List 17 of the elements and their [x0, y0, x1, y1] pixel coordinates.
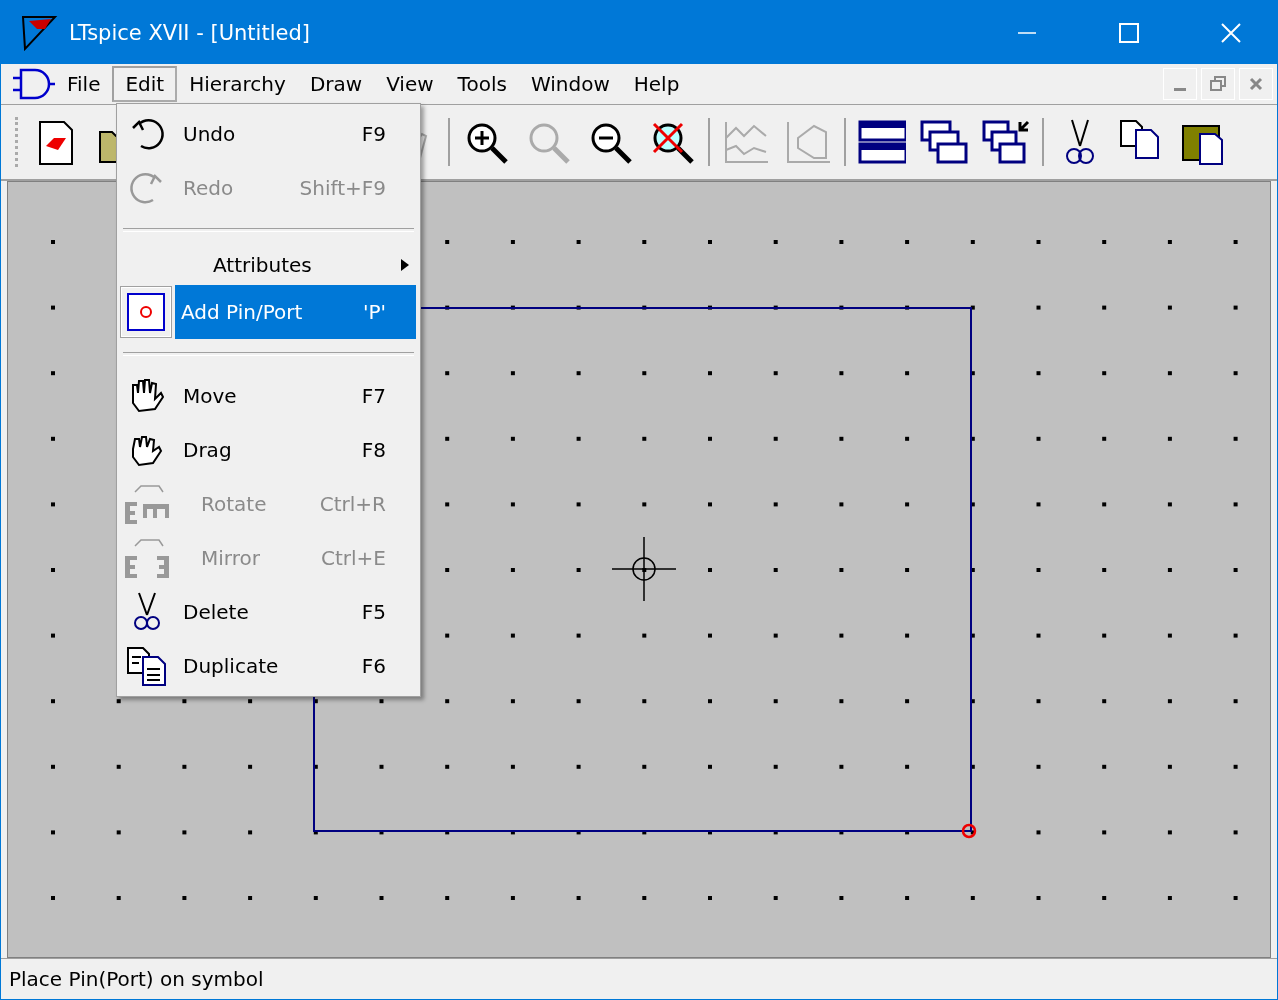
menu-command[interactable]: Move F7 [177, 369, 416, 423]
menu-command[interactable]: Delete F5 [177, 585, 416, 639]
menu-item[interactable]: View [374, 66, 446, 102]
menu-item[interactable]: Window [518, 66, 622, 102]
status-text: Place Pin(Port) on symbol [9, 967, 264, 991]
menu-item[interactable]: File [55, 66, 113, 102]
menu-item[interactable]: Edit [112, 66, 178, 102]
menu-item[interactable]: Draw [297, 66, 375, 102]
menu-command[interactable]: Add Pin/Port 'P' [175, 285, 416, 339]
menu-item[interactable]: Help [621, 66, 692, 102]
menu-command[interactable]: Duplicate F6 [177, 639, 416, 693]
menu-item[interactable]: Hierarchy [177, 66, 298, 102]
submenu-item[interactable]: Attributes [177, 245, 416, 285]
menu-command[interactable]: Undo F9 [177, 107, 416, 161]
window-title: LTspice XVII - [Untitled] [69, 20, 311, 45]
menu-command[interactable]: Drag F8 [177, 423, 416, 477]
menu-item[interactable]: Tools [445, 66, 519, 102]
